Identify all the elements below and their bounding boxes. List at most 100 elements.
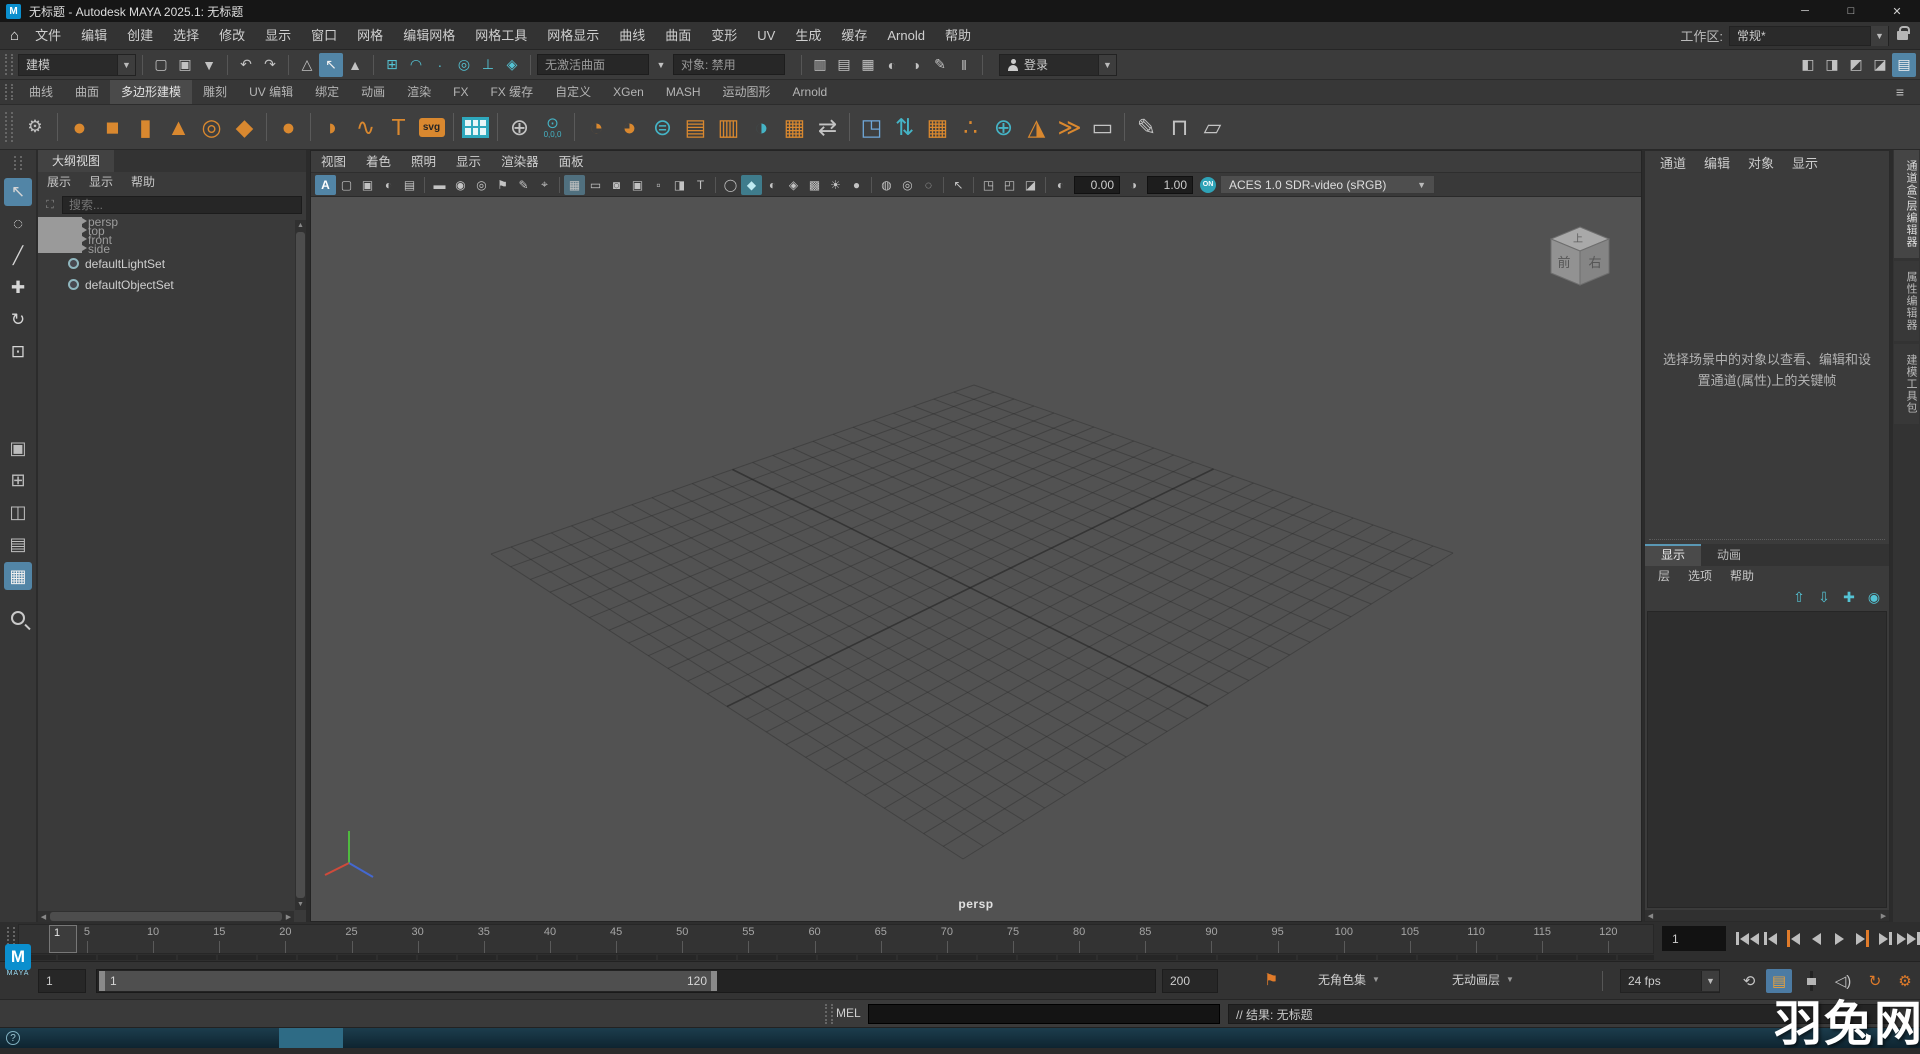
layer-horizontal-scrollbar[interactable]: ◀ ▶ (1645, 910, 1889, 921)
nurbs-sphere-icon[interactable]: ● (272, 110, 305, 145)
sidebar-attribute-editor-icon[interactable]: ◧ (1796, 53, 1820, 77)
zoom-tool[interactable] (4, 604, 32, 632)
viewport-canvas[interactable]: 上 前 右 persp (311, 197, 1641, 921)
default-material-icon[interactable]: ◈ (783, 175, 804, 195)
outliner-menu-2[interactable]: 帮助 (122, 172, 164, 193)
layout-four-pane[interactable]: ⊞ (4, 466, 32, 494)
shelf-tab-6[interactable]: 动画 (350, 80, 396, 104)
menu-item-3[interactable]: 选择 (163, 22, 209, 50)
shelf-tab-4[interactable]: UV 编辑 (238, 80, 304, 104)
mel-input[interactable] (868, 1004, 1220, 1024)
chevron-down-icon[interactable]: ▼ (117, 55, 135, 75)
shelf-tab-5[interactable]: 绑定 (304, 80, 350, 104)
shelf-gear-icon[interactable]: ⚙ (18, 110, 52, 144)
help-icon[interactable]: ? (6, 1031, 20, 1045)
gamma-icon[interactable]: ◑ (1123, 175, 1144, 195)
poly-torus-icon[interactable]: ◎ (195, 110, 228, 145)
snap-to-point-icon[interactable]: ∙ (428, 53, 452, 77)
side-tab-1[interactable]: 属性编辑器 (1894, 261, 1919, 341)
camera-attrs-icon[interactable]: A (315, 175, 336, 195)
poly-cube-icon[interactable]: ■ (96, 110, 129, 145)
chevrons-icon[interactable]: ≫ (1053, 110, 1086, 145)
menu-item-0[interactable]: 文件 (25, 22, 71, 50)
textured-mode-icon[interactable]: ◐ (762, 175, 783, 195)
shelf-tab-3[interactable]: 雕刻 (192, 80, 238, 104)
viewport-menu-5[interactable]: 面板 (549, 151, 594, 173)
swap-arrows-icon[interactable]: ⇄ (811, 110, 844, 145)
menu-item-16[interactable]: 缓存 (831, 22, 877, 50)
add-empty-layer-icon[interactable]: ✚ (1840, 588, 1858, 606)
hypershade-icon[interactable]: ◐ (880, 53, 904, 77)
shelf-tab-9[interactable]: FX 缓存 (479, 80, 544, 104)
move-layer-down-icon[interactable]: ⇩ (1815, 588, 1833, 606)
menu-item-9[interactable]: 网格工具 (465, 22, 537, 50)
menu-item-4[interactable]: 修改 (209, 22, 255, 50)
search-input[interactable] (62, 196, 302, 214)
outliner-item-side[interactable]: side (38, 244, 68, 253)
next-key-button[interactable] (1851, 925, 1874, 952)
safe-region-icon[interactable]: ▫ (648, 175, 669, 195)
anim-layer-selector[interactable]: 无动画层▼ (1452, 971, 1514, 988)
curve-pencil-icon[interactable]: ∿ (349, 110, 382, 145)
menu-item-7[interactable]: 网格 (347, 22, 393, 50)
poly-sphere-icon[interactable]: ● (63, 110, 96, 145)
quad-grid-icon[interactable]: ▦ (778, 110, 811, 145)
layer-tab-1[interactable]: 动画 (1701, 544, 1757, 566)
paste-view-icon[interactable]: ◰ (999, 175, 1020, 195)
light-editor-icon[interactable]: ◑ (904, 53, 928, 77)
shelf-tab-11[interactable]: XGen (602, 80, 655, 104)
filter-icon[interactable]: ⛶ (42, 193, 58, 217)
move-layer-up-icon[interactable]: ⇧ (1790, 588, 1808, 606)
shelf-tab-7[interactable]: 渲染 (396, 80, 442, 104)
animation-start-field[interactable]: 1 (38, 969, 86, 993)
current-time-marker[interactable]: 1 (49, 925, 77, 953)
side-tab-2[interactable]: 建模工具包 (1894, 344, 1919, 424)
viewport-menu-3[interactable]: 显示 (446, 151, 491, 173)
snap-to-projected-center-icon[interactable]: ◎ (452, 53, 476, 77)
channel-box-menu-0[interactable]: 通道 (1651, 151, 1695, 177)
menu-set-selector[interactable]: 建模 ▼ (18, 54, 136, 76)
menu-item-13[interactable]: 变形 (701, 22, 747, 50)
select-object-icon[interactable]: ↖ (319, 53, 343, 77)
command-line-grip[interactable] (825, 1004, 833, 1024)
grid-a-icon[interactable]: ▤ (679, 110, 712, 145)
ui-elements-4-icon[interactable]: ▤ (399, 175, 420, 195)
exposure-icon[interactable]: ◐ (1050, 175, 1071, 195)
shelf-tab-8[interactable]: FX (442, 80, 479, 104)
select-component-icon[interactable]: ▲ (343, 53, 367, 77)
chevron-down-icon[interactable]: ▼ (1870, 26, 1888, 46)
lock-camera-icon[interactable]: ◉ (450, 175, 471, 195)
snap-to-grid-icon[interactable]: ⊞ (380, 53, 404, 77)
camera-bake-icon[interactable]: ◎ (471, 175, 492, 195)
outliner-menu-0[interactable]: 展示 (38, 172, 80, 193)
snap-to-curve-icon[interactable]: ◠ (404, 53, 428, 77)
shelf-tab-12[interactable]: MASH (655, 80, 712, 104)
film-gate-icon[interactable]: ▭ (585, 175, 606, 195)
uv-editor-icon[interactable] (459, 110, 492, 145)
time-slider-ruler[interactable]: 1 51015202530354045505560657075808590951… (18, 924, 1654, 954)
viewport-menu-2[interactable]: 照明 (401, 151, 446, 173)
rotate-tool[interactable]: ↻ (4, 306, 32, 334)
layer-tab-0[interactable]: 显示 (1645, 544, 1701, 566)
fps-selector[interactable]: 24 fps ▼ (1620, 969, 1720, 993)
outliner-item-persp[interactable]: persp (38, 217, 68, 226)
channel-box-menu-3[interactable]: 显示 (1783, 151, 1827, 177)
pie-chart-icon[interactable]: ◑ (745, 110, 778, 145)
snap-to-view-plane-icon[interactable]: ⊥ (476, 53, 500, 77)
ipr-render-icon[interactable]: ▤ (832, 53, 856, 77)
outliner-menu-1[interactable]: 显示 (80, 172, 122, 193)
menu-item-12[interactable]: 曲面 (655, 22, 701, 50)
select-hierarchy-icon[interactable]: △ (295, 53, 319, 77)
viewport-menu-1[interactable]: 着色 (356, 151, 401, 173)
go-to-end-button[interactable] (1897, 925, 1920, 952)
bracket-cube-icon[interactable]: ◳ (855, 110, 888, 145)
ui-elements-3-icon[interactable]: ◐ (378, 175, 399, 195)
shelf-tab-1[interactable]: 曲面 (64, 80, 110, 104)
maximize-button[interactable]: □ (1828, 0, 1874, 22)
wireframe-mode-icon[interactable]: ◯ (720, 175, 741, 195)
color-management-toggle[interactable]: ON (1200, 177, 1216, 193)
menu-item-17[interactable]: Arnold (877, 22, 935, 50)
layer-menu-2[interactable]: 帮助 (1721, 566, 1763, 587)
shelf-tab-2[interactable]: 多边形建模 (110, 80, 192, 104)
gate-mask-icon[interactable]: ▣ (627, 175, 648, 195)
